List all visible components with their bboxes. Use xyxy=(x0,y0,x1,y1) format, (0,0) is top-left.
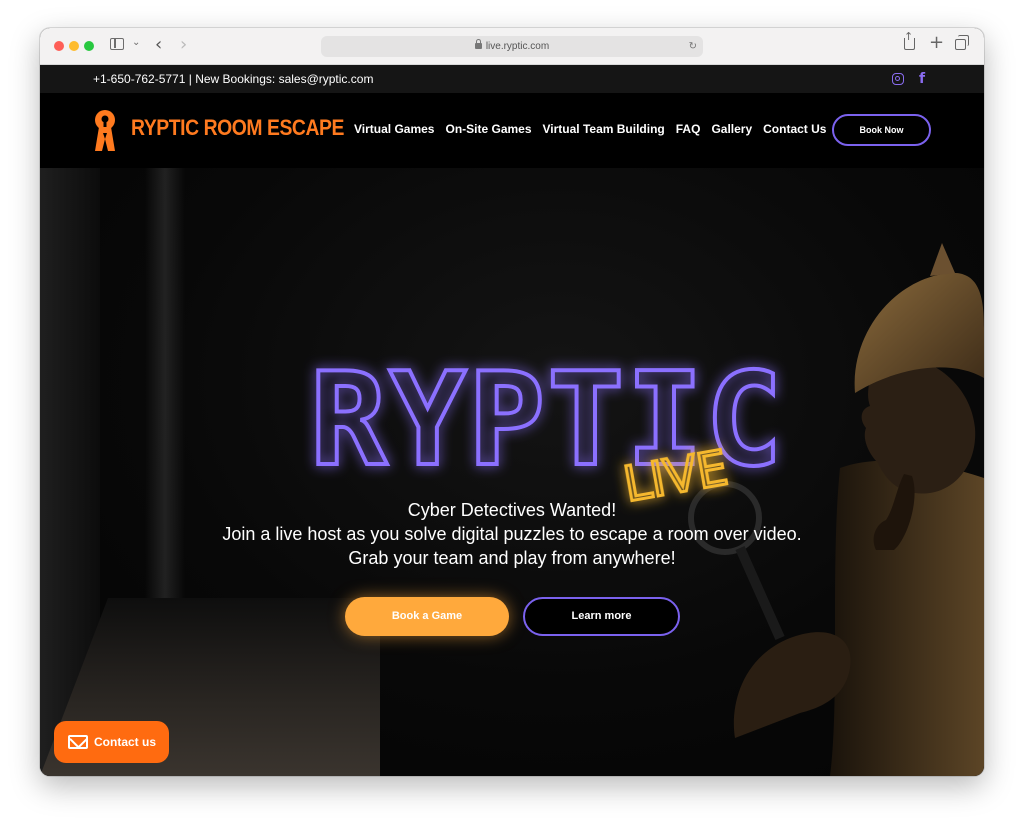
hero-headline: Cyber Detectives Wanted! xyxy=(407,500,617,520)
maximize-window-icon[interactable] xyxy=(84,41,94,51)
share-icon[interactable] xyxy=(904,30,915,50)
book-a-game-button[interactable]: Book a Game xyxy=(345,597,509,636)
logo-text[interactable]: RYPTIC ROOM ESCAPE xyxy=(131,115,344,141)
nav-gallery[interactable]: Gallery xyxy=(711,122,752,136)
contact-us-label: Contact us xyxy=(94,735,157,749)
book-now-button[interactable]: Book Now xyxy=(832,114,931,146)
instagram-icon[interactable] xyxy=(892,73,904,85)
nav-contact-us[interactable]: Contact Us xyxy=(763,122,826,136)
nav-virtual-games[interactable]: Virtual Games xyxy=(354,122,434,136)
contact-us-widget[interactable]: Contact us xyxy=(54,721,169,763)
tab-overview-icon[interactable] xyxy=(955,35,969,50)
main-nav: Virtual Games On-Site Games Virtual Team… xyxy=(354,122,826,136)
neon-logo: RYPTIC LIVE xyxy=(308,344,784,515)
chevron-down-icon[interactable]: ⌄ xyxy=(132,37,140,48)
forward-arrow-icon[interactable]: › xyxy=(180,34,187,55)
hero-tagline: Grab your team and play from anywhere! xyxy=(348,548,676,568)
top-info-bar: +1-650-762-5771 | New Bookings: sales@ry… xyxy=(40,65,984,93)
learn-more-button[interactable]: Learn more xyxy=(523,597,680,636)
new-tab-icon[interactable]: + xyxy=(929,32,944,53)
mail-icon xyxy=(68,735,88,749)
address-bar[interactable]: live.ryptic.com ↻ xyxy=(321,36,703,57)
nav-faq[interactable]: FAQ xyxy=(676,122,701,136)
contact-info-text: +1-650-762-5771 | New Bookings: sales@ry… xyxy=(93,72,374,86)
close-window-icon[interactable] xyxy=(54,41,64,51)
sidebar-toggle-icon[interactable] xyxy=(110,38,124,50)
address-url: live.ryptic.com xyxy=(485,41,550,52)
facebook-icon[interactable]: f xyxy=(919,65,925,93)
hero-description: Join a live host as you solve digital pu… xyxy=(222,524,802,544)
reload-icon[interactable]: ↻ xyxy=(689,36,697,57)
hero-section: RYPTIC LIVE Cyber Detectives Wanted! Joi… xyxy=(40,168,984,776)
site-header: RYPTIC ROOM ESCAPE Virtual Games On-Site… xyxy=(40,93,984,168)
browser-toolbar: ⌄ ‹ › live.ryptic.com ↻ + xyxy=(40,28,984,65)
lock-icon xyxy=(474,39,482,49)
minimize-window-icon[interactable] xyxy=(69,41,79,51)
browser-window: ⌄ ‹ › live.ryptic.com ↻ + +1-650-762-577… xyxy=(40,28,984,776)
back-arrow-icon[interactable]: ‹ xyxy=(155,34,162,55)
nav-on-site-games[interactable]: On-Site Games xyxy=(445,122,531,136)
nav-virtual-team-building[interactable]: Virtual Team Building xyxy=(543,122,665,136)
hero-copy: Cyber Detectives Wanted! Join a live hos… xyxy=(40,498,984,570)
keyhole-logo-icon[interactable] xyxy=(93,109,117,151)
